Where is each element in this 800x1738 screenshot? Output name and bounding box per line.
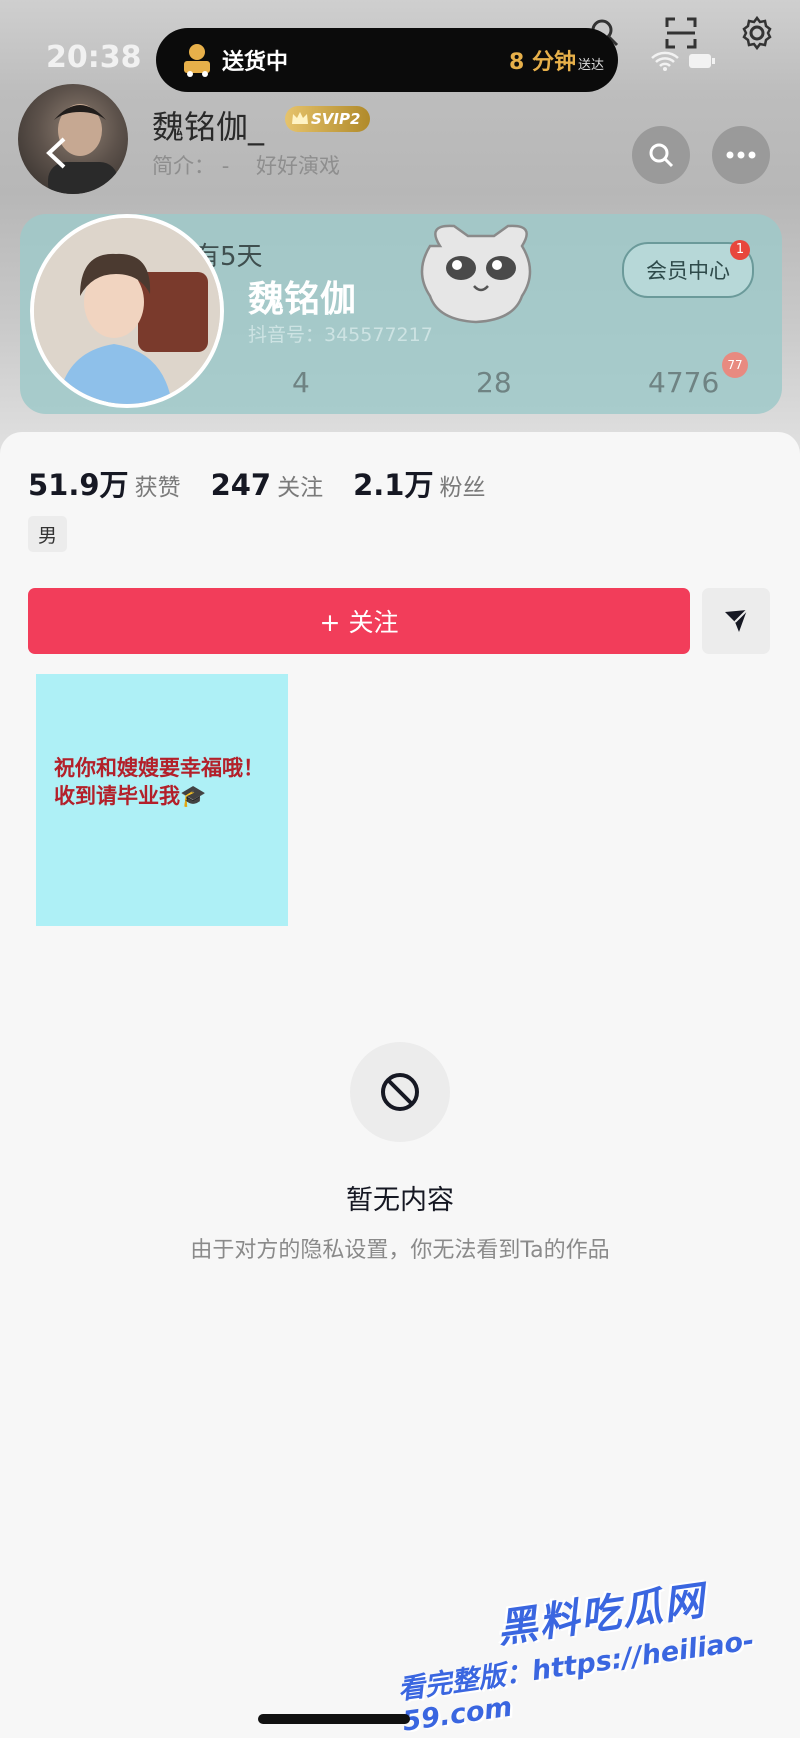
following-label[interactable]: 关注 — [277, 468, 323, 502]
status-time: 20:38 — [46, 40, 142, 75]
thumbnail-line-1: 祝你和嫂嫂要幸福哦！ — [54, 756, 264, 780]
delivery-label: 送货中 — [222, 50, 289, 75]
bio-dash: - — [221, 154, 230, 178]
bio-text: 好好演戏 — [255, 154, 340, 178]
mascot-sticker-icon — [418, 216, 544, 338]
empty-state-title: 暂无内容 — [346, 1185, 454, 1216]
settings-icon[interactable] — [736, 12, 778, 54]
search-button[interactable] — [632, 126, 690, 184]
back-icon[interactable] — [44, 136, 68, 174]
gender-tag: 男 — [28, 516, 68, 552]
home-indicator[interactable] — [258, 1714, 410, 1724]
more-button[interactable] — [712, 126, 770, 184]
search-icon — [649, 143, 674, 168]
delivery-status-pill[interactable]: 送货中 8 分钟 送达 — [156, 28, 618, 92]
member-stat: 28 — [476, 366, 512, 399]
profile-avatar[interactable] — [30, 214, 224, 408]
delivery-truck-icon — [184, 44, 210, 77]
scan-icon[interactable] — [660, 12, 702, 54]
member-account-id: 抖音号：345577217 — [248, 324, 433, 346]
empty-state-description: 由于对方的隐私设置，你无法看到Ta的作品 — [190, 1238, 610, 1263]
header-avatar — [18, 84, 128, 194]
vip-notification-badge: 1 — [730, 240, 750, 260]
follow-button[interactable]: + 关注 — [28, 588, 690, 654]
share-button[interactable] — [702, 588, 770, 654]
likes-count: 51.9万 — [28, 468, 129, 502]
blocked-icon — [381, 1073, 419, 1111]
member-stat-badge: 77 — [722, 352, 748, 378]
likes-label: 获赞 — [134, 475, 181, 501]
empty-state-badge — [350, 1042, 450, 1142]
followers-label[interactable]: 粉丝 — [439, 468, 485, 502]
member-stat: 4 — [292, 366, 310, 399]
bio: 简介： - 好好演戏 — [152, 150, 340, 180]
crown-icon — [291, 110, 309, 130]
delivery-eta: 8 分钟 送达 — [509, 44, 604, 76]
svip-badge: SVIP2 — [285, 106, 371, 132]
profile-stats: 51.9万 获赞 247 关注 2.1万 粉丝 — [28, 462, 515, 504]
following-count[interactable]: 247 — [211, 468, 272, 502]
member-name: 魏铭伽 — [248, 279, 357, 320]
header-username: 魏铭伽_ — [152, 108, 265, 146]
thumbnail-caption: 祝你和嫂嫂要幸福哦！ 收到请毕业我🎓 — [54, 754, 264, 810]
wifi-icon — [650, 50, 680, 76]
delivery-eta-suffix: 送达 — [577, 58, 604, 73]
svip-label: SVIP2 — [311, 110, 361, 128]
followers-count[interactable]: 2.1万 — [353, 462, 433, 504]
work-thumbnail[interactable]: 祝你和嫂嫂要幸福哦！ 收到请毕业我🎓 — [36, 674, 288, 926]
member-stat: 4776 — [648, 366, 720, 399]
thumbnail-line-2: 收到请毕业我🎓 — [54, 784, 207, 808]
battery-icon — [688, 52, 716, 74]
share-icon — [725, 609, 748, 632]
more-icon — [726, 151, 756, 159]
bio-label: 简介： — [152, 154, 215, 178]
delivery-eta-value: 8 分钟 — [509, 50, 576, 75]
